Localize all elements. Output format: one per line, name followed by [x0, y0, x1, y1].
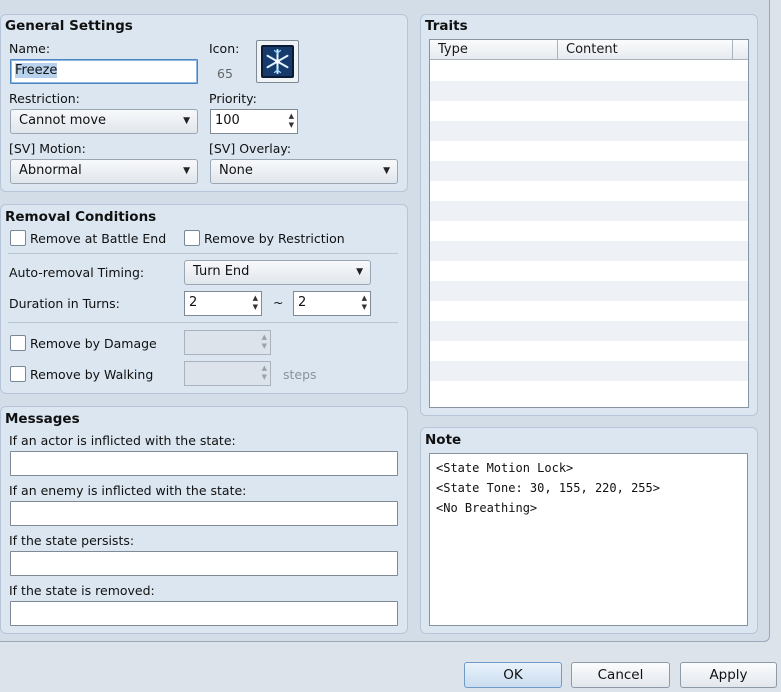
divider	[8, 322, 398, 323]
walking-checkbox[interactable]	[10, 366, 26, 382]
steps-label: steps	[283, 367, 317, 382]
walking-label[interactable]: Remove by Walking	[30, 367, 153, 382]
priority-value: 100	[215, 113, 240, 128]
general-settings-title: General Settings	[5, 18, 133, 34]
duration-max-value: 2	[298, 295, 307, 310]
note-textarea[interactable]: <State Motion Lock> <State Tone: 30, 155…	[429, 453, 748, 626]
walking-spinner: ▲ ▼	[184, 361, 271, 386]
restriction-combo[interactable]: Cannot move ▼	[10, 109, 198, 134]
divider	[8, 253, 398, 254]
overlay-label: [SV] Overlay:	[209, 141, 292, 156]
table-row[interactable]	[430, 381, 748, 401]
spin-arrows-icon[interactable]: ▲ ▼	[362, 294, 367, 312]
spin-arrows-icon[interactable]: ▲ ▼	[253, 294, 258, 312]
icon-picker[interactable]	[256, 40, 299, 83]
duration-label: Duration in Turns:	[9, 296, 120, 311]
name-label: Name:	[9, 41, 51, 56]
persist-message-input[interactable]	[10, 551, 398, 576]
motion-combo-value: Abnormal	[19, 163, 82, 178]
icon-label: Icon:	[209, 41, 240, 56]
priority-spinner[interactable]: 100 ▲ ▼	[210, 109, 298, 134]
priority-label: Priority:	[209, 91, 257, 106]
timing-combo[interactable]: Turn End ▼	[184, 260, 371, 285]
apply-button[interactable]: Apply	[680, 662, 777, 688]
table-row[interactable]	[430, 261, 748, 281]
actor-message-label: If an actor is inflicted with the state:	[9, 433, 236, 448]
chevron-down-icon: ▼	[183, 166, 190, 176]
duration-max-spinner[interactable]: 2 ▲ ▼	[293, 291, 371, 316]
column-header-content[interactable]: Content	[558, 40, 733, 60]
note-line: <State Motion Lock>	[436, 461, 574, 475]
icon-index: 65	[217, 66, 233, 81]
spin-arrows-icon: ▲ ▼	[261, 364, 267, 381]
actor-message-input[interactable]	[10, 451, 398, 476]
table-row[interactable]	[430, 101, 748, 121]
table-row[interactable]	[430, 301, 748, 321]
table-row[interactable]	[430, 321, 748, 341]
table-row[interactable]	[430, 161, 748, 181]
messages-title: Messages	[5, 411, 80, 427]
overlay-combo[interactable]: None ▼	[210, 159, 398, 184]
chevron-down-icon: ▼	[183, 116, 190, 126]
ok-button[interactable]: OK	[464, 662, 562, 688]
traits-title: Traits	[425, 18, 468, 34]
snowflake-icon	[261, 45, 294, 78]
duration-min-value: 2	[189, 295, 198, 310]
battle-end-checkbox[interactable]	[10, 230, 26, 246]
table-row[interactable]	[430, 201, 748, 221]
overlay-combo-value: None	[219, 163, 253, 178]
removed-message-input[interactable]	[10, 601, 398, 626]
name-input-value: Freeze	[15, 63, 58, 78]
note-line: <No Breathing>	[436, 501, 538, 515]
damage-spinner: ▲ ▼	[184, 330, 271, 355]
note-title: Note	[425, 432, 462, 448]
duration-separator: ~	[273, 295, 284, 310]
removal-conditions-title: Removal Conditions	[5, 209, 157, 225]
spin-arrows-icon: ▲ ▼	[261, 333, 267, 350]
enemy-message-input[interactable]	[10, 501, 398, 526]
table-row[interactable]	[430, 61, 748, 81]
restriction-label: Restriction:	[9, 91, 80, 106]
table-row[interactable]	[430, 221, 748, 241]
table-row[interactable]	[430, 141, 748, 161]
persist-message-label: If the state persists:	[9, 533, 135, 548]
table-row[interactable]	[430, 241, 748, 261]
restriction-combo-value: Cannot move	[19, 113, 107, 128]
table-row[interactable]	[430, 341, 748, 361]
restriction-checkbox[interactable]	[184, 230, 200, 246]
battle-end-label[interactable]: Remove at Battle End	[30, 231, 166, 246]
name-input[interactable]: Freeze	[10, 59, 198, 84]
table-row[interactable]	[430, 361, 748, 381]
timing-label: Auto-removal Timing:	[9, 265, 145, 280]
table-row[interactable]	[430, 181, 748, 201]
table-row[interactable]	[430, 81, 748, 101]
removed-message-label: If the state is removed:	[9, 583, 155, 598]
chevron-down-icon: ▼	[356, 267, 363, 277]
traits-table-header: Type Content	[430, 40, 748, 60]
damage-checkbox[interactable]	[10, 335, 26, 351]
cancel-button[interactable]: Cancel	[571, 662, 670, 688]
note-line: <State Tone: 30, 155, 220, 255>	[436, 481, 660, 495]
damage-label[interactable]: Remove by Damage	[30, 336, 157, 351]
duration-min-spinner[interactable]: 2 ▲ ▼	[184, 291, 262, 316]
restriction-checkbox-label[interactable]: Remove by Restriction	[204, 231, 345, 246]
timing-combo-value: Turn End	[193, 264, 250, 279]
traits-table[interactable]: Type Content	[429, 39, 749, 408]
enemy-message-label: If an enemy is inflicted with the state:	[9, 483, 247, 498]
motion-combo[interactable]: Abnormal ▼	[10, 159, 198, 184]
column-header-type[interactable]: Type	[430, 40, 558, 60]
spin-arrows-icon[interactable]: ▲ ▼	[289, 112, 294, 130]
table-row[interactable]	[430, 281, 748, 301]
table-row[interactable]	[430, 121, 748, 141]
motion-label: [SV] Motion:	[9, 141, 86, 156]
chevron-down-icon: ▼	[383, 166, 390, 176]
